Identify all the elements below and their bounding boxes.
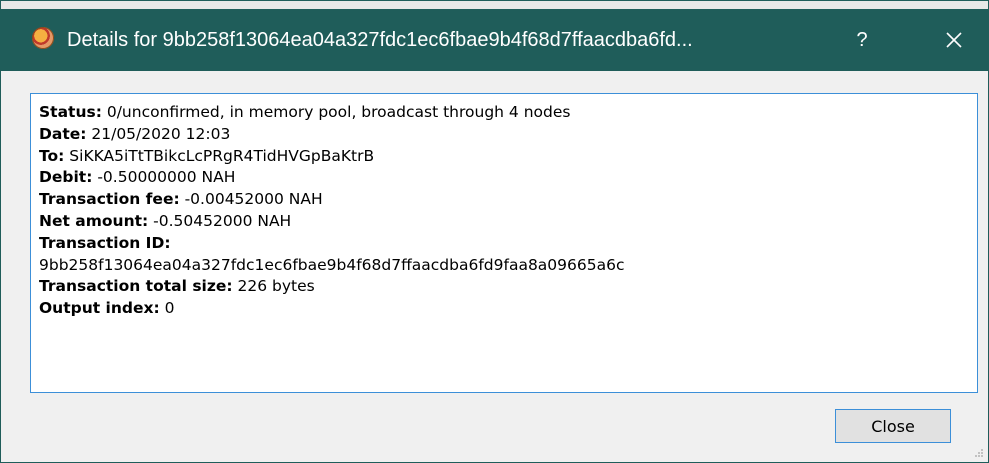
resize-grip-icon[interactable] <box>974 448 984 458</box>
net-amount-value: -0.50452000 NAH <box>148 211 292 230</box>
help-button[interactable]: ? <box>839 21 885 59</box>
to-address-value: SiKKA5iTtTBikcLcPRgR4TidHVGpBaKtrB <box>64 146 375 165</box>
to-label: To: <box>39 146 65 165</box>
txid-label-line: Transaction ID: <box>39 233 969 255</box>
close-x-glyph <box>946 32 962 48</box>
status-value: 0/unconfirmed, in memory pool, broadcast… <box>101 103 571 121</box>
details-text-area[interactable]: Status: 0/unconfirmed, in memory pool, b… <box>30 93 978 393</box>
status-label: Status: <box>39 103 102 121</box>
output-index-line: Output index: 0 <box>39 298 969 320</box>
debit-line: Debit: -0.50000000 NAH <box>39 167 969 189</box>
net-amount-label: Net amount: <box>39 211 149 230</box>
fee-line: Transaction fee: -0.00452000 NAH <box>39 189 969 211</box>
output-index-label: Output index: <box>39 299 160 318</box>
to-line: To: SiKKA5iTtTBikcLcPRgR4TidHVGpBaKtrB <box>39 146 969 168</box>
txid-label: Transaction ID: <box>39 233 171 252</box>
title-bar[interactable]: Details for 9bb258f13064ea04a327fdc1ec6f… <box>1 9 988 71</box>
window-top-strip <box>1 1 988 9</box>
transaction-details-dialog: Details for 9bb258f13064ea04a327fdc1ec6f… <box>0 0 989 463</box>
debit-label: Debit: <box>39 168 93 187</box>
output-index-value: 0 <box>159 299 175 318</box>
txid-value: 9bb258f13064ea04a327fdc1ec6fbae9b4f68d7f… <box>39 255 625 274</box>
status-line: Status: 0/unconfirmed, in memory pool, b… <box>39 102 969 124</box>
date-value: 21/05/2020 12:03 <box>86 124 231 143</box>
fee-value: -0.00452000 NAH <box>179 190 323 209</box>
date-label: Date: <box>39 124 87 143</box>
txid-value-line: 9bb258f13064ea04a327fdc1ec6fbae9b4f68d7f… <box>39 255 969 277</box>
size-label: Transaction total size: <box>39 277 233 296</box>
net-amount-line: Net amount: -0.50452000 NAH <box>39 211 969 233</box>
fee-label: Transaction fee: <box>39 190 180 209</box>
window-title: Details for 9bb258f13064ea04a327fdc1ec6f… <box>67 29 693 51</box>
close-icon[interactable] <box>929 21 979 59</box>
date-line: Date: 21/05/2020 12:03 <box>39 124 969 146</box>
coin-logo-icon <box>32 27 54 49</box>
size-value: 226 bytes <box>232 277 315 296</box>
debit-value: -0.50000000 NAH <box>92 168 236 187</box>
size-line: Transaction total size: 226 bytes <box>39 276 969 298</box>
close-button[interactable]: Close <box>835 409 951 443</box>
